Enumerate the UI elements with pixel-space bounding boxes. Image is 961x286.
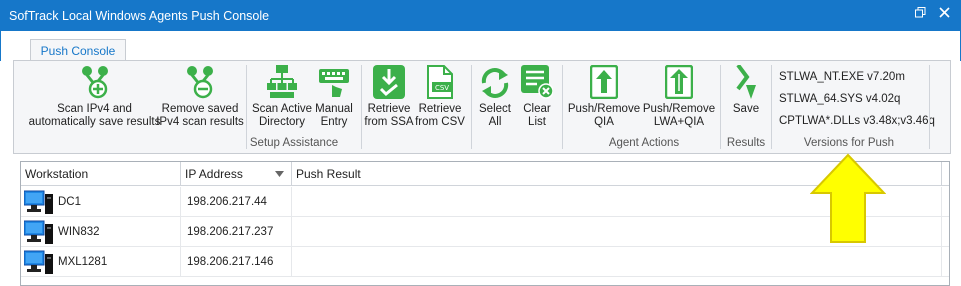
push-lwa-qia-icon: [665, 65, 693, 99]
computer-icon: [24, 220, 53, 244]
download-check-icon: [373, 65, 405, 99]
ip-address-cell: 198.206.217.146: [181, 247, 292, 277]
ribbon-separator: [929, 65, 930, 149]
column-header-workstation[interactable]: Workstation: [21, 162, 181, 186]
table-row[interactable]: MXL1281 198.206.217.146: [21, 247, 949, 277]
remove-saved-label-1: Remove saved: [161, 103, 239, 115]
select-all-button[interactable]: Select All: [476, 65, 514, 129]
network-remove-icon: [187, 66, 213, 99]
clear-list-button[interactable]: Clear List: [517, 65, 557, 129]
sort-down-icon: [275, 171, 284, 177]
push-lwa-qia-label-1: Push/Remove: [642, 103, 716, 115]
push-qia-label-1: Push/Remove: [567, 103, 641, 115]
title-bar: SofTrack Local Windows Agents Push Conso…: [0, 0, 961, 31]
ip-address-cell: 198.206.217.237: [181, 217, 292, 247]
push-qia-label-2: QIA: [594, 116, 614, 128]
save-label: Save: [732, 103, 760, 115]
retrieve-ssa-label-1: Retrieve: [367, 103, 411, 115]
workstation-cell: MXL1281: [21, 247, 181, 277]
ribbon-separator: [471, 65, 472, 149]
scan-ipv4-label-2: automatically save results: [28, 116, 161, 128]
computer-icon: [24, 250, 53, 274]
group-agent-actions: Agent Actions: [608, 137, 680, 149]
scan-ipv4-button[interactable]: Scan IPv4 and automatically save results: [22, 65, 167, 129]
workstation-name: MXL1281: [58, 256, 108, 268]
scan-active-directory-button[interactable]: Scan Active Directory: [252, 65, 312, 129]
ribbon-separator: [562, 65, 563, 149]
push-qia-icon: [590, 65, 618, 99]
push-lwa-qia-label-2: LWA+QIA: [653, 116, 705, 128]
manual-entry-label-1: Manual: [315, 103, 353, 115]
active-directory-icon: [267, 65, 297, 98]
group-versions-for-push: Versions for Push: [803, 137, 895, 149]
close-button[interactable]: [932, 3, 956, 21]
retrieve-ssa-label-2: from SSA: [364, 116, 414, 128]
version-stlwa-64: STLWA_64.SYS v4.02q: [779, 93, 901, 105]
restore-button[interactable]: [908, 3, 932, 21]
close-icon: [938, 6, 950, 18]
workstation-cell: DC1: [21, 187, 181, 217]
annotation-arrow-up-icon: [810, 153, 886, 243]
clear-list-label-2: List: [528, 116, 546, 128]
retrieve-csv-label-1: Retrieve: [418, 103, 462, 115]
scan-ad-label-2: Directory: [258, 116, 305, 128]
push-remove-lwa-qia-button[interactable]: Push/Remove LWA+QIA: [642, 65, 716, 129]
workstation-name: DC1: [58, 196, 82, 208]
remove-saved-button[interactable]: Remove saved IPv4 scan results: [156, 65, 244, 129]
refresh-arrows-icon: [481, 68, 509, 98]
scan-ad-label-1: Scan Active: [251, 103, 313, 115]
remove-saved-label-2: IPv4 scan results: [156, 116, 244, 128]
ribbon-separator: [771, 65, 772, 149]
ip-address-cell: 198.206.217.44: [181, 187, 292, 217]
version-cptlwa-dlls: CPTLWA*.DLLs v3.48x;v3.46q: [779, 115, 935, 127]
save-button[interactable]: Save: [727, 65, 765, 116]
push-remove-qia-button[interactable]: Push/Remove QIA: [567, 65, 641, 129]
manual-entry-button[interactable]: Manual Entry: [312, 65, 356, 129]
clear-list-icon: [521, 65, 553, 99]
ribbon-panel: Scan IPv4 and automatically save results…: [13, 60, 951, 154]
select-all-label-2: All: [488, 116, 502, 128]
scan-ipv4-label-1: Scan IPv4 and: [57, 103, 132, 115]
group-setup-assistance: Setup Assistance: [249, 137, 339, 149]
tab-row: Push Console: [0, 31, 961, 62]
column-header-ip-address[interactable]: IP Address: [181, 162, 292, 186]
version-stlwa-nt: STLWA_NT.EXE v7.20m: [779, 71, 905, 83]
computer-icon: [24, 190, 53, 214]
retrieve-csv-label-2: from CSV: [415, 116, 465, 128]
clear-list-label-1: Clear: [523, 103, 551, 115]
push-result-cell: [292, 247, 942, 277]
group-results: Results: [726, 137, 766, 149]
workstation-name: WIN832: [58, 226, 100, 238]
svg-text:CSV: CSV: [435, 84, 449, 92]
manual-entry-label-2: Entry: [320, 116, 348, 128]
retrieve-csv-button[interactable]: CSV Retrieve from CSV: [414, 65, 466, 129]
workstation-cell: WIN832: [21, 217, 181, 247]
csv-file-icon: CSV: [427, 65, 453, 99]
window-title: SofTrack Local Windows Agents Push Conso…: [9, 9, 270, 23]
retrieve-ssa-button[interactable]: Retrieve from SSA: [364, 65, 414, 129]
keyboard-hand-icon: [319, 69, 349, 97]
ip-address-header-label: IP Address: [185, 167, 243, 181]
tab-push-console[interactable]: Push Console: [30, 39, 126, 62]
save-chevron-icon: [736, 65, 756, 99]
restore-icon: [914, 6, 925, 17]
network-add-icon: [81, 66, 108, 99]
select-all-label-1: Select: [479, 103, 511, 115]
